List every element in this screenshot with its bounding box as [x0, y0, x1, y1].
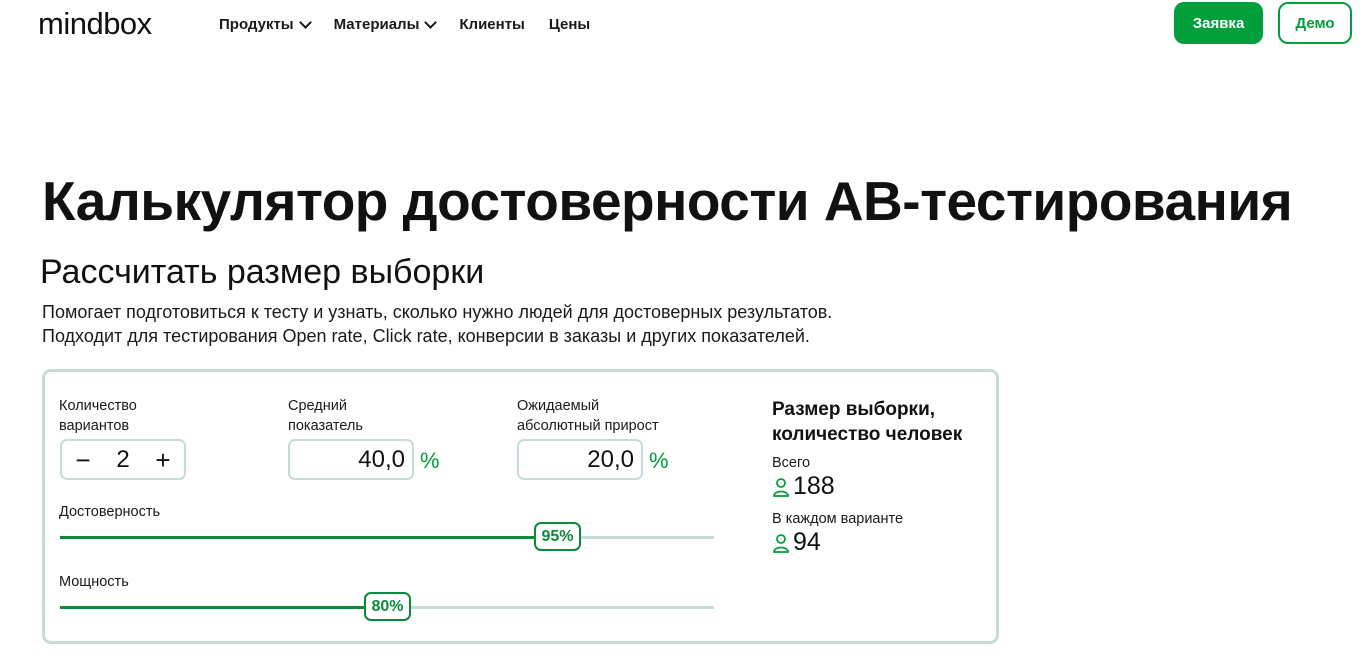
- nav-item-label: Продукты: [219, 15, 294, 33]
- total-value: 188: [793, 472, 835, 500]
- calculator-card: Количество вариантов − 2 + Средний показ…: [42, 369, 999, 644]
- nav-item-label: Цены: [548, 15, 591, 33]
- decrement-button[interactable]: −: [72, 447, 94, 473]
- label-line: абсолютный прирост: [517, 418, 659, 434]
- power-label: Мощность: [59, 574, 129, 590]
- nav-item-label: Клиенты: [459, 15, 525, 33]
- uplift-input[interactable]: 20,0: [517, 439, 643, 480]
- section-subtitle: Рассчитать размер выборки: [40, 253, 485, 291]
- per-variant-value: 94: [793, 528, 821, 556]
- main-nav: Продукты Материалы Клиенты Цены: [219, 13, 614, 35]
- confidence-slider[interactable]: 95%: [60, 522, 714, 551]
- chevron-down-icon: [424, 15, 438, 29]
- variants-value: 2: [116, 445, 130, 473]
- per-variant-value-row: 94: [772, 528, 821, 557]
- nav-item-products[interactable]: Продукты: [219, 13, 312, 35]
- label-line: вариантов: [59, 418, 130, 434]
- nav-item-clients[interactable]: Клиенты: [459, 13, 524, 35]
- nav-item-materials[interactable]: Материалы: [333, 13, 438, 35]
- total-value-row: 188: [772, 472, 835, 501]
- average-label: Средний показатель: [288, 396, 363, 436]
- label-line: Ожидаемый: [517, 398, 600, 414]
- page-title: Калькулятор достоверности АВ-тестировани…: [42, 170, 1293, 232]
- description-line: Помогает подготовиться к тесту и узнать,…: [42, 302, 833, 322]
- total-label: Всего: [772, 455, 811, 471]
- nav-item-prices[interactable]: Цены: [549, 13, 590, 35]
- slider-fill: [60, 606, 387, 609]
- demo-button[interactable]: Демо: [1278, 2, 1352, 44]
- per-variant-label: В каждом варианте: [772, 511, 904, 527]
- request-button[interactable]: Заявка: [1174, 2, 1263, 44]
- power-slider[interactable]: 80%: [60, 592, 714, 621]
- description-line: Подходит для тестирования Open rate, Cli…: [42, 326, 810, 346]
- confidence-label: Достоверность: [59, 504, 161, 520]
- result-title: Размер выборки, количество человек: [772, 397, 962, 447]
- percent-unit: %: [649, 448, 669, 473]
- label-line: Средний: [288, 398, 347, 414]
- nav-item-label: Материалы: [333, 15, 420, 33]
- person-icon: [773, 477, 789, 497]
- confidence-slider-handle[interactable]: 95%: [534, 522, 581, 551]
- section-description: Помогает подготовиться к тесту и узнать,…: [42, 300, 832, 348]
- power-slider-handle[interactable]: 80%: [364, 592, 411, 621]
- percent-unit: %: [420, 448, 440, 473]
- variants-label: Количество вариантов: [59, 396, 137, 436]
- average-input[interactable]: 40,0: [288, 439, 414, 480]
- chevron-down-icon: [298, 15, 312, 29]
- slider-fill: [60, 536, 557, 539]
- logo[interactable]: mindbox: [38, 2, 152, 46]
- increment-button[interactable]: +: [152, 447, 174, 473]
- title-line: Размер выборки,: [772, 399, 936, 420]
- label-line: Количество: [59, 398, 137, 414]
- person-icon: [773, 533, 789, 553]
- uplift-label: Ожидаемый абсолютный прирост: [517, 396, 659, 436]
- variants-stepper[interactable]: − 2 +: [60, 439, 186, 480]
- label-line: показатель: [288, 418, 363, 434]
- title-line: количество человек: [772, 424, 963, 445]
